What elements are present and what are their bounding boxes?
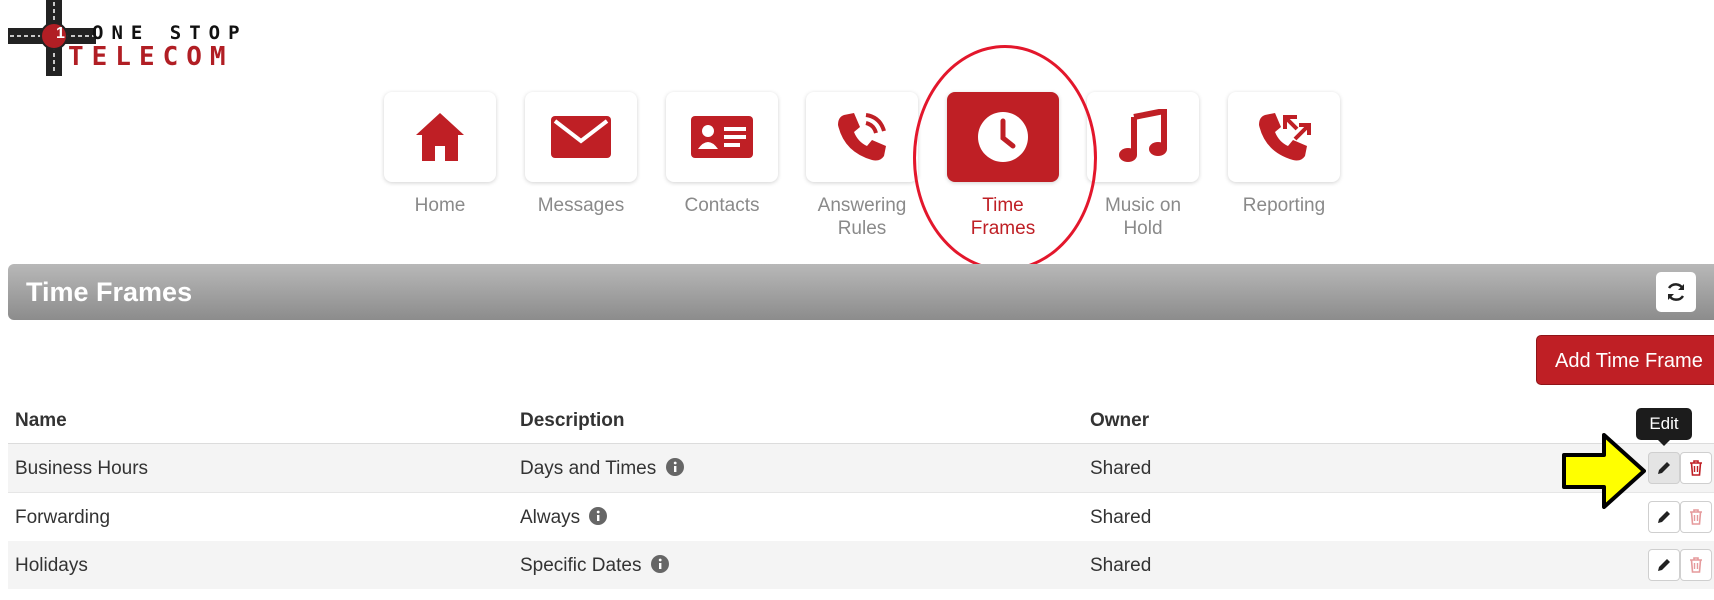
row-name: Forwarding xyxy=(15,507,111,528)
pencil-icon xyxy=(1658,559,1670,571)
section-header: Time Frames xyxy=(8,264,1714,320)
row-name: Holidays xyxy=(15,555,88,576)
nav-tile-home[interactable] xyxy=(384,92,496,182)
clock-icon xyxy=(978,112,1028,162)
nav-reporting[interactable]: Reporting xyxy=(1228,92,1340,217)
envelope-icon xyxy=(551,116,611,158)
info-icon[interactable] xyxy=(665,458,684,476)
nav-time-frames[interactable]: Time Frames xyxy=(947,92,1059,240)
nav-tile-music-on-hold[interactable] xyxy=(1087,92,1199,182)
nav-label-answering-rules: Answering Rules xyxy=(817,195,907,239)
nav-tile-messages[interactable] xyxy=(525,92,637,182)
info-icon[interactable] xyxy=(589,507,608,525)
logo-line1: ONE STOP xyxy=(92,22,248,44)
column-header-owner: Owner xyxy=(1090,410,1150,431)
nav-tile-contacts[interactable] xyxy=(666,92,778,182)
company-logo[interactable]: 1 ONE STOP TELECOM xyxy=(8,0,248,76)
column-header-description: Description xyxy=(520,410,625,431)
delete-button[interactable] xyxy=(1680,549,1712,581)
column-header-name: Name xyxy=(15,410,67,431)
contact-card-icon xyxy=(691,116,753,158)
nav-label-reporting: Reporting xyxy=(1242,195,1326,216)
phone-arrows-icon xyxy=(1259,113,1311,161)
row-description: Specific Dates xyxy=(520,555,669,577)
edit-button[interactable] xyxy=(1648,452,1680,484)
logo-line2: TELECOM xyxy=(68,42,234,72)
pencil-icon xyxy=(1658,462,1670,474)
nav-messages[interactable]: Messages xyxy=(525,92,637,217)
page-title: Time Frames xyxy=(26,277,193,307)
row-description-text: Always xyxy=(520,507,581,528)
row-description: Always xyxy=(520,507,608,529)
nav-tile-answering-rules[interactable] xyxy=(806,92,918,182)
edit-button[interactable] xyxy=(1648,549,1680,581)
yellow-arrow-annotation xyxy=(1562,433,1646,509)
delete-button[interactable] xyxy=(1680,452,1712,484)
nav-contacts[interactable]: Contacts xyxy=(666,92,778,217)
refresh-icon xyxy=(1667,283,1685,301)
row-owner: Shared xyxy=(1090,507,1152,528)
delete-button[interactable] xyxy=(1680,501,1712,533)
table-row: Forwarding Always Shared xyxy=(8,493,1714,542)
add-time-frame-button[interactable]: Add Time Frame xyxy=(1536,335,1714,385)
trash-icon xyxy=(1690,460,1702,476)
nav-music-on-hold[interactable]: Music on Hold xyxy=(1087,92,1199,240)
nav-label-messages: Messages xyxy=(537,195,625,216)
logo-badge: 1 xyxy=(56,25,65,42)
home-icon xyxy=(416,113,464,161)
page: 1 ONE STOP TELECOM Home Messages Contact… xyxy=(0,0,1714,600)
nav-label-home: Home xyxy=(414,195,466,216)
row-owner: Shared xyxy=(1090,458,1152,479)
nav-label-music-on-hold: Music on Hold xyxy=(1104,195,1182,239)
row-description-text: Specific Dates xyxy=(520,555,642,576)
trash-icon xyxy=(1690,557,1702,573)
row-description: Days and Times xyxy=(520,458,684,480)
music-note-icon xyxy=(1119,109,1167,162)
nav-tile-reporting[interactable] xyxy=(1228,92,1340,182)
trash-icon xyxy=(1690,509,1702,525)
row-owner: Shared xyxy=(1090,555,1152,576)
edit-button[interactable] xyxy=(1648,501,1680,533)
info-icon[interactable] xyxy=(650,555,669,573)
table-row: Holidays Specific Dates Shared xyxy=(8,541,1714,589)
nav-label-contacts: Contacts xyxy=(684,195,760,216)
pencil-icon xyxy=(1658,511,1670,523)
nav-tile-time-frames[interactable] xyxy=(947,92,1059,182)
row-name: Business Hours xyxy=(15,458,149,479)
table-row: Business Hours Days and Times Shared xyxy=(8,444,1714,493)
nav-home[interactable]: Home xyxy=(384,92,496,217)
row-description-text: Days and Times xyxy=(520,458,657,479)
refresh-button[interactable] xyxy=(1656,272,1696,312)
nav-label-time-frames: Time Frames xyxy=(970,195,1036,239)
phone-ringing-icon xyxy=(838,113,886,161)
nav-answering-rules[interactable]: Answering Rules xyxy=(806,92,918,240)
